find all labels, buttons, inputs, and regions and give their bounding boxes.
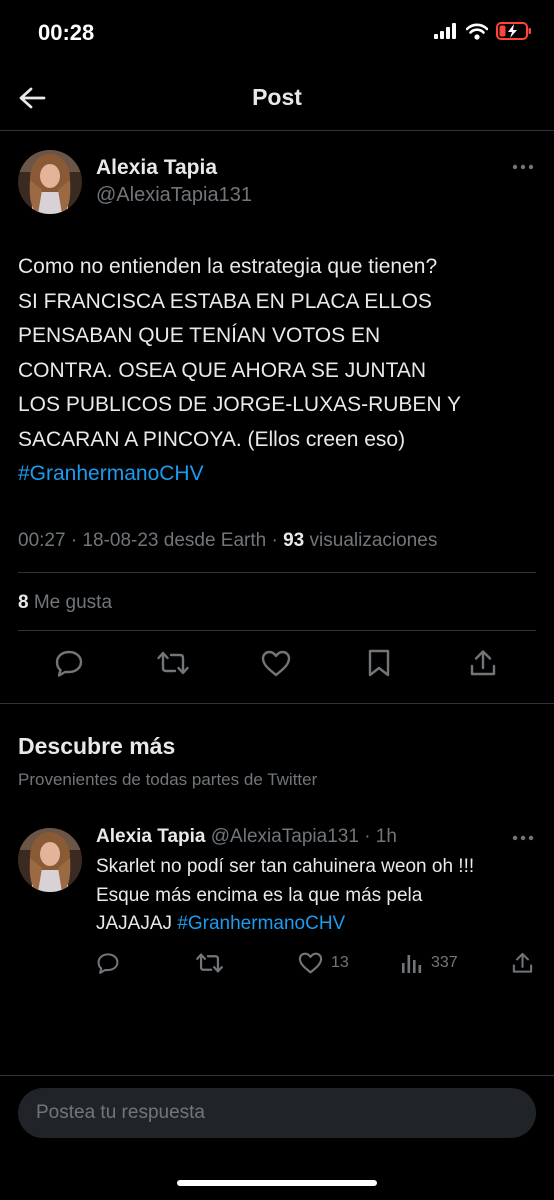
- signal-icon: [434, 23, 456, 39]
- status-icons: [434, 22, 532, 40]
- like-icon: [261, 650, 291, 676]
- reply-icon: [97, 953, 119, 974]
- recommended-text-line: Esque más encima es la que más pela: [96, 884, 423, 906]
- recommended-retweet-button[interactable]: [196, 948, 223, 978]
- recommended-avatar[interactable]: [18, 828, 82, 892]
- wifi-icon: [466, 23, 488, 40]
- like-icon: [298, 952, 323, 974]
- post-text: Como no entienden la estrategia que tien…: [18, 250, 538, 492]
- recommended-reply-button[interactable]: [96, 948, 120, 978]
- post-text-line: Como no entienden la estrategia que tien…: [18, 255, 438, 278]
- recommended-view-count: 337: [431, 954, 458, 971]
- more-dots-icon: [512, 164, 534, 170]
- retweet-icon: [196, 953, 223, 973]
- post-timestamp: 00:27 · 18-08-23 desde Earth ·: [18, 530, 284, 551]
- post-text-line: SI FRANCISCA ESTABA EN PLACA ELLOS: [18, 289, 432, 313]
- post-hashtag-link[interactable]: #GranhermanoCHV: [18, 462, 204, 485]
- recommended-text-line: Skarlet no podí ser tan cahuinera weon o…: [96, 856, 475, 877]
- retweet-button[interactable]: [153, 643, 193, 683]
- author-avatar[interactable]: [18, 150, 82, 214]
- reply-icon: [55, 650, 83, 677]
- status-time: 00:28: [38, 20, 95, 45]
- share-button[interactable]: [463, 643, 503, 683]
- views-label: visualizaciones: [304, 530, 438, 551]
- post-meta: 00:27 · 18-08-23 desde Earth · 93 visual…: [18, 530, 437, 552]
- header-divider: [0, 130, 554, 131]
- battery-charging-icon: [496, 22, 531, 40]
- recommended-like-button[interactable]: 13: [298, 948, 349, 978]
- more-dots-icon: [512, 835, 534, 841]
- author-handle[interactable]: @AlexiaTapia131: [96, 184, 252, 207]
- bookmark-icon: [368, 649, 390, 677]
- nav-header: Post: [0, 66, 554, 130]
- post-text-line: PENSABAN QUE TENÍAN VOTOS EN: [18, 324, 381, 347]
- more-options-button[interactable]: [509, 157, 537, 177]
- views-chart-icon: [402, 955, 422, 973]
- likes-divider: [18, 630, 536, 631]
- bookmark-button[interactable]: [359, 643, 399, 683]
- discover-title: Descubre más: [18, 733, 176, 759]
- post-text-line: LOS PUBLICOS DE JORGE-LUXAS-RUBEN Y: [18, 393, 462, 416]
- actions-divider: [0, 703, 554, 704]
- likes-summary[interactable]: 8 Me gusta: [18, 592, 112, 614]
- retweet-icon: [157, 651, 189, 675]
- status-bar: 00:28: [0, 0, 554, 66]
- recommended-views-button[interactable]: 337: [401, 948, 458, 978]
- recommended-share-button[interactable]: [512, 948, 533, 978]
- share-icon: [470, 650, 496, 676]
- recommended-like-count: 13: [331, 954, 349, 971]
- recommended-hashtag-link[interactable]: #GranhermanoCHV: [177, 913, 345, 934]
- likes-count: 8: [18, 592, 29, 613]
- reply-button[interactable]: [49, 643, 89, 683]
- views-count: 93: [283, 530, 305, 551]
- post-text-line: SACARAN A PINCOYA. (Ellos creen eso): [18, 427, 406, 451]
- reply-input[interactable]: [18, 1088, 536, 1138]
- recommended-text: Skarlet no podí ser tan cahuinera weon o…: [96, 853, 536, 939]
- home-indicator[interactable]: [177, 1180, 377, 1186]
- share-icon: [512, 952, 533, 973]
- discover-subtitle: Provenientes de todas partes de Twitter: [18, 770, 318, 789]
- post-text-line: CONTRA. OSEA QUE AHORA SE JUNTAN: [18, 358, 427, 382]
- author-name[interactable]: Alexia Tapia: [96, 156, 217, 180]
- recommended-text-line: JAJAJAJ: [96, 913, 178, 934]
- meta-divider: [18, 572, 536, 573]
- recommended-more-button[interactable]: [509, 828, 537, 848]
- reply-bar[interactable]: [18, 1088, 536, 1138]
- like-button[interactable]: [256, 643, 296, 683]
- page-title: Post: [252, 84, 302, 110]
- likes-label: Me gusta: [28, 592, 113, 613]
- reply-bar-divider: [0, 1075, 554, 1076]
- recommended-handle-time: @AlexiaTapia131 · 1h: [205, 826, 397, 847]
- recommended-author-name: Alexia Tapia: [96, 826, 206, 847]
- recommended-header[interactable]: Alexia Tapia @AlexiaTapia131 · 1h: [96, 826, 397, 848]
